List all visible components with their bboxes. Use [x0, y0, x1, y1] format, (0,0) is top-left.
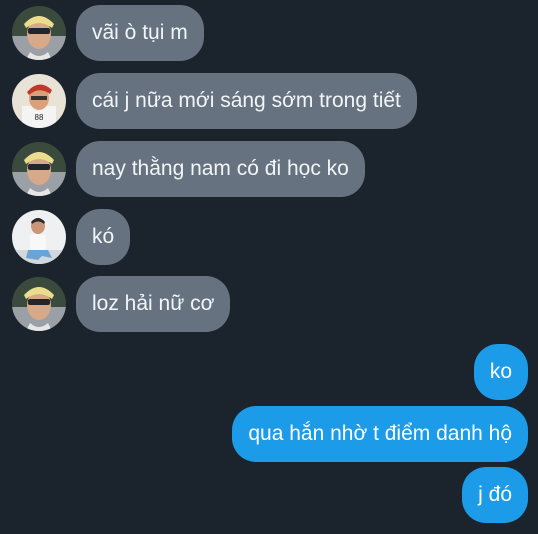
message-row: loz hải nữ cơ: [0, 276, 538, 332]
message-bubble[interactable]: qua hắn nhờ t điểm danh hộ: [232, 406, 528, 462]
avatar-seated-person-icon[interactable]: [12, 210, 66, 264]
message-row: ko: [0, 344, 538, 400]
message-row: vãi ò tụi m: [0, 5, 538, 61]
message-row: 88 cái j nữa mới sáng sớm trong tiết: [0, 73, 538, 129]
avatar-blonde-glasses-icon[interactable]: [12, 277, 66, 331]
message-thread: vãi ò tụi m 88 cái j nữa mới sáng sớm tr…: [0, 0, 538, 534]
message-bubble[interactable]: j đó: [462, 467, 528, 523]
message-bubble[interactable]: vãi ò tụi m: [76, 5, 204, 61]
svg-text:88: 88: [35, 113, 44, 122]
message-bubble[interactable]: loz hải nữ cơ: [76, 276, 231, 332]
message-row: nay thằng nam có đi học ko: [0, 141, 538, 197]
avatar-red-hair-icon[interactable]: 88: [12, 74, 66, 128]
message-bubble[interactable]: cái j nữa mới sáng sớm trong tiết: [76, 73, 417, 129]
message-bubble[interactable]: ko: [473, 344, 528, 400]
message-row: qua hắn nhờ t điểm danh hộ: [0, 406, 538, 462]
message-bubble[interactable]: nay thằng nam có đi học ko: [76, 141, 365, 197]
message-bubble[interactable]: kó: [76, 209, 131, 265]
avatar-blonde-glasses-icon[interactable]: [12, 142, 66, 196]
message-row: j đó: [0, 467, 538, 523]
message-row: kó: [0, 209, 538, 265]
avatar-blonde-glasses-icon[interactable]: [12, 6, 66, 60]
